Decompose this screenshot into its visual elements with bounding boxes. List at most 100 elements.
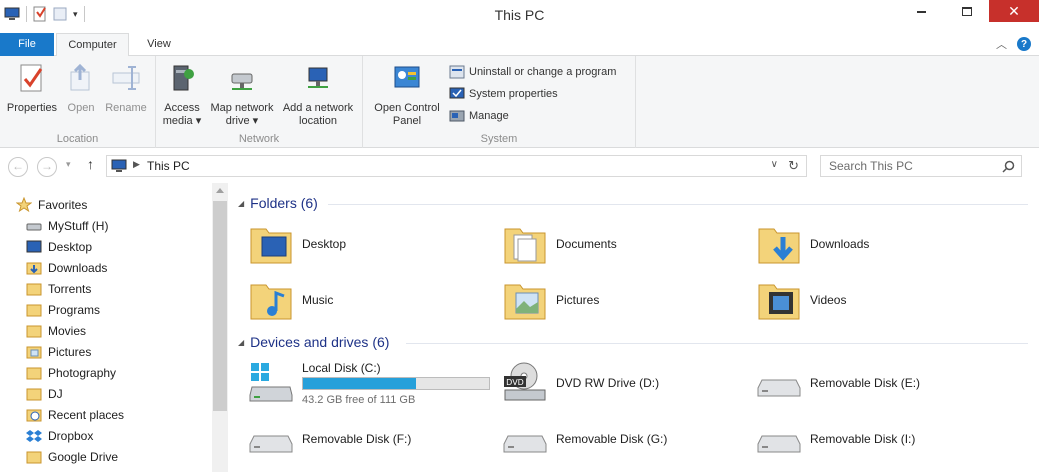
minimize-button[interactable] <box>899 0 944 22</box>
help-icon[interactable]: ? <box>1017 37 1031 51</box>
folder-music[interactable]: Music <box>248 277 333 323</box>
folder-label: Documents <box>556 237 617 251</box>
rename-button[interactable]: Rename <box>102 62 150 115</box>
drive-dvd-d[interactable]: DVD DVD RW Drive (D:) <box>502 360 659 406</box>
drive-label: DVD RW Drive (D:) <box>556 376 660 390</box>
tab-file[interactable]: File <box>0 33 54 56</box>
drive-icon <box>26 223 42 231</box>
group-system: Open Control Panel Uninstall or change a… <box>363 56 636 148</box>
drive-usage-fill <box>303 378 417 389</box>
sidebar-item-movies[interactable]: Movies <box>26 323 86 339</box>
sidebar-item-pictures[interactable]: Pictures <box>26 344 91 360</box>
section-divider <box>328 204 1028 205</box>
open-control-panel-button[interactable]: Open Control Panel <box>369 62 445 128</box>
folders-section-header[interactable]: ◢ Folders (6) <box>238 195 318 211</box>
sidebar-item-programs[interactable]: Programs <box>26 302 100 318</box>
sidebar-item-photography[interactable]: Photography <box>26 365 116 381</box>
favorites-label: Favorites <box>38 198 88 212</box>
navigation-scrollbar[interactable] <box>212 183 228 472</box>
tab-computer[interactable]: Computer <box>56 33 129 57</box>
pictures-folder-icon <box>504 284 546 320</box>
add-network-location-button[interactable]: Add a network location <box>278 62 358 128</box>
drive-removable-e[interactable]: Removable Disk (E:) <box>756 360 920 406</box>
drive-local-c[interactable]: Local Disk (C:) 43.2 GB free of 111 GB <box>248 359 498 409</box>
open-button[interactable]: Open <box>63 62 99 115</box>
sidebar-item-desktop[interactable]: Desktop <box>26 239 92 255</box>
sidebar-item-label: DJ <box>48 387 63 401</box>
close-button[interactable]: ✕ <box>989 0 1039 22</box>
open-control-panel-label-1: Open Control <box>374 102 440 114</box>
back-arrow-icon: ← <box>12 159 24 173</box>
network-location-icon <box>308 67 328 88</box>
drive-removable-i[interactable]: Removable Disk (I:) <box>756 416 915 462</box>
control-panel-icon <box>394 66 420 88</box>
collapse-triangle-icon[interactable]: ◢ <box>238 338 244 347</box>
sidebar-item-recent-places[interactable]: Recent places <box>26 407 124 423</box>
drives-header-label: Devices and drives (6) <box>250 334 390 350</box>
uninstall-program-button[interactable]: Uninstall or change a program <box>449 64 616 80</box>
address-history-chevron-down-icon[interactable]: ∨ <box>771 159 778 170</box>
dvd-icon-label: DVD <box>506 378 524 387</box>
maximize-button[interactable] <box>944 0 989 22</box>
sidebar-item-label: Movies <box>48 324 87 338</box>
address-bar[interactable]: ▶ This PC ∨ ↻ <box>106 155 807 177</box>
sidebar-item-torrents[interactable]: Torrents <box>26 281 91 297</box>
rename-label: Rename <box>105 102 147 114</box>
back-button[interactable]: ← <box>8 157 28 177</box>
sidebar-item-label: Torrents <box>48 282 92 296</box>
folder-documents[interactable]: Documents <box>502 221 617 267</box>
group-label-network: Network <box>238 133 280 145</box>
recent-places-icon <box>26 409 42 422</box>
breadcrumb[interactable]: This PC <box>147 159 190 173</box>
folder-desktop[interactable]: Desktop <box>248 221 346 267</box>
sidebar-item-dropbox[interactable]: Dropbox <box>26 428 93 444</box>
drive-label: Local Disk (C:) <box>302 361 381 375</box>
properties-button[interactable]: Properties <box>4 62 60 115</box>
search-box[interactable]: Search This PC <box>820 155 1022 177</box>
ribbon: Properties Open Rename Location Access m… <box>0 56 1039 148</box>
system-properties-button[interactable]: System properties <box>449 86 558 102</box>
folder-videos[interactable]: Videos <box>756 277 846 323</box>
forward-arrow-icon: → <box>41 159 53 173</box>
sidebar-item-label: Google Drive <box>48 450 119 464</box>
group-network: Access media ▾ Map network drive ▾ Add a… <box>156 56 363 148</box>
properties-icon <box>20 64 43 92</box>
collapse-ribbon-chevron-up-icon[interactable]: ︿ <box>996 36 1007 52</box>
add-network-location-label-1: Add a network <box>282 102 354 114</box>
sidebar-item-label: Photography <box>48 366 117 380</box>
folder-pictures[interactable]: Pictures <box>502 277 599 323</box>
collapse-triangle-icon[interactable]: ◢ <box>238 199 244 208</box>
search-input[interactable]: Search This PC <box>829 159 913 173</box>
breadcrumb-separator-icon[interactable]: ▶ <box>133 159 140 170</box>
star-icon <box>16 197 32 213</box>
access-media-label-2: media ▾ <box>162 115 202 127</box>
manage-button[interactable]: Manage <box>449 108 509 124</box>
scrollbar-thumb[interactable] <box>213 201 227 411</box>
dvd-drive-icon: DVD <box>504 362 546 401</box>
sidebar-item-downloads[interactable]: Downloads <box>26 260 107 276</box>
recent-locations-chevron-down-icon[interactable]: ▾ <box>66 159 71 170</box>
drive-removable-g[interactable]: Removable Disk (G:) <box>502 416 667 462</box>
title-bar: ▾ This PC ✕ <box>0 0 1039 32</box>
sidebar-item-google-drive[interactable]: Google Drive <box>26 449 118 465</box>
tab-view[interactable]: View <box>133 33 185 56</box>
scroll-up-arrow-icon[interactable] <box>216 188 224 193</box>
sidebar-item-dj[interactable]: DJ <box>26 386 63 402</box>
drives-section-header[interactable]: ◢ Devices and drives (6) <box>238 334 389 350</box>
refresh-icon[interactable]: ↻ <box>788 158 799 174</box>
folder-icon <box>26 451 42 464</box>
folder-label: Pictures <box>556 293 600 307</box>
drive-removable-f[interactable]: Removable Disk (F:) <box>248 416 411 462</box>
up-arrow-icon[interactable]: ↑ <box>87 156 94 172</box>
map-network-drive-button[interactable]: Map network drive ▾ <box>206 62 278 128</box>
access-media-button[interactable]: Access media ▾ <box>158 62 206 128</box>
navigation-bar: ← → ▾ ↑ ▶ This PC ∨ ↻ Search This PC <box>0 149 1039 183</box>
favorites-item[interactable]: Favorites <box>16 197 87 213</box>
folder-downloads[interactable]: Downloads <box>756 221 869 267</box>
downloads-folder-icon <box>26 262 42 275</box>
open-label: Open <box>67 102 95 114</box>
sidebar-item-mystuff[interactable]: MyStuff (H) <box>26 218 108 234</box>
folder-icon <box>26 304 42 317</box>
forward-button[interactable]: → <box>37 157 57 177</box>
drive-label: Removable Disk (F:) <box>302 432 412 446</box>
